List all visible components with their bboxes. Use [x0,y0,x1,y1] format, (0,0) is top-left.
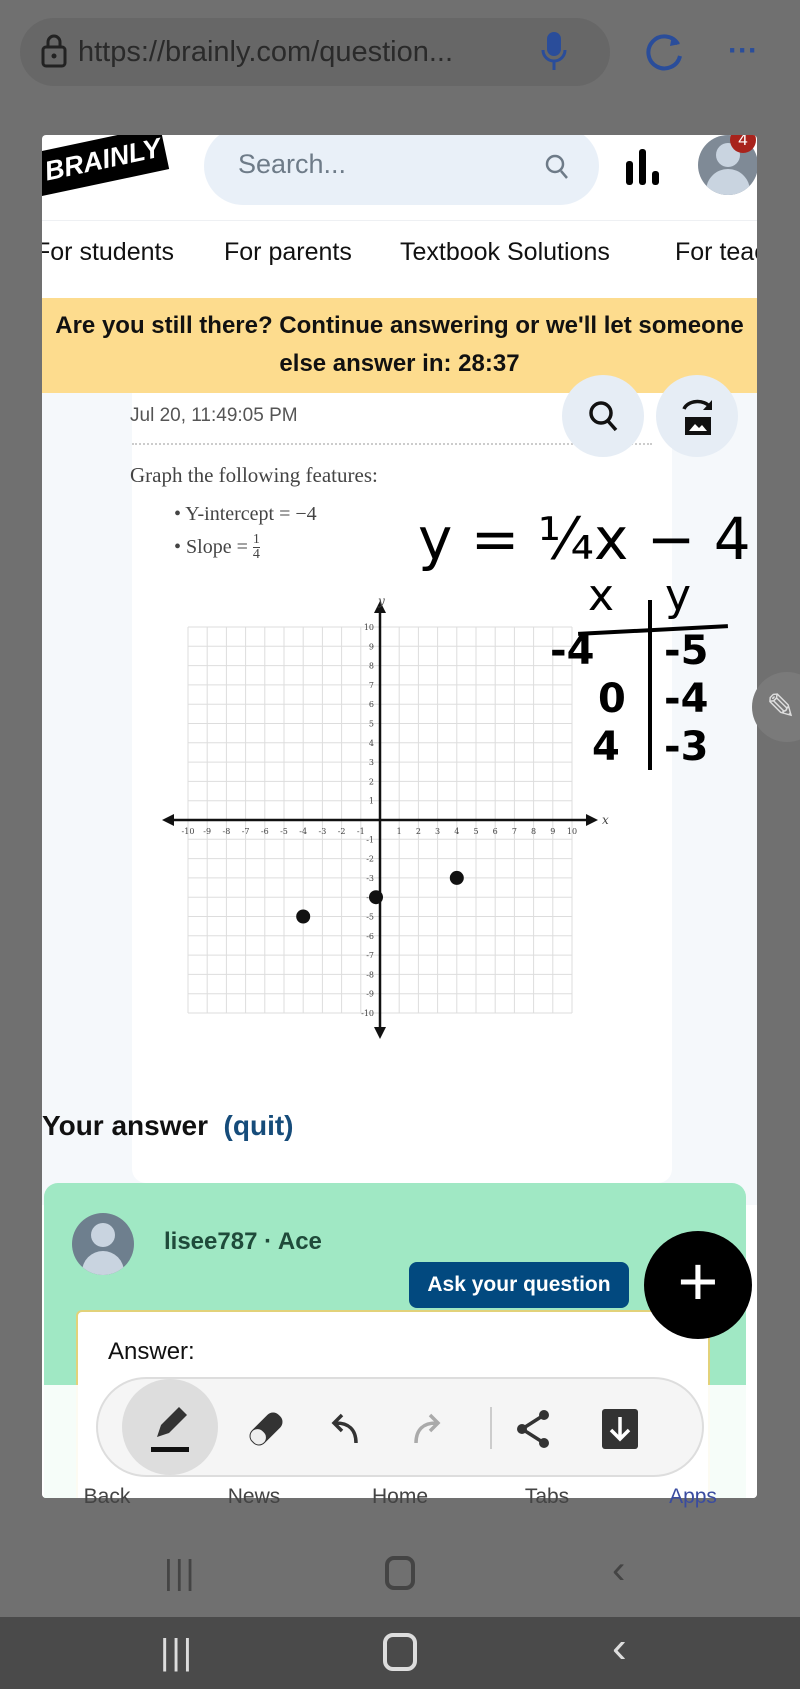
undo-icon [331,1413,358,1444]
home-icon[interactable] [383,1633,417,1671]
data-point [449,870,464,885]
x-tick-label: -7 [242,827,250,836]
eraser-tool-button[interactable] [228,1391,304,1467]
y-axis-label: y [377,594,385,608]
redo-button[interactable] [388,1391,464,1467]
data-point [296,909,311,924]
y-tick-label: 4 [369,739,374,748]
y-tick-label: -6 [366,932,374,941]
home-icon[interactable] [385,1556,415,1590]
y-tick-label: 10 [364,623,374,632]
y-tick-label: -2 [366,855,374,864]
y-tick-label: -5 [366,913,374,922]
y-tick-label: 8 [369,662,374,671]
handwritten-y-header: y [665,570,692,621]
x-tick-label: 8 [531,827,536,836]
handwritten-y-value: -5 [664,628,709,674]
download-button[interactable] [582,1391,658,1467]
y-tick-label: -8 [366,970,374,979]
bottom-nav-tabs[interactable]: Tabs [525,1485,569,1509]
y-tick-label: 5 [369,720,374,729]
y-tick-label: -10 [361,1009,374,1018]
x-tick-label: -1 [357,827,365,836]
handwritten-x-header: x [588,570,615,621]
y-tick-label: 1 [369,797,374,806]
download-icon [602,1409,638,1449]
x-tick-label: 9 [550,827,555,836]
back-icon[interactable]: ‹ [612,1548,625,1593]
handwritten-x-value: 0 [598,676,626,722]
x-tick-label: 3 [435,827,440,836]
handwritten-y-value: -4 [664,676,709,722]
y-tick-label: 7 [369,681,374,690]
y-tick-label: 6 [369,700,374,709]
drawing-toolbar [96,1377,704,1477]
y-tick-label: -3 [366,874,374,883]
x-tick-label: 6 [493,827,498,836]
y-tick-label: 2 [369,777,374,786]
recent-apps-icon[interactable]: ||| [160,1631,194,1673]
answer-label: Answer: [108,1338,195,1365]
user-info: lisee787 · Ace [164,1228,322,1255]
user-rank: Ace [277,1228,322,1255]
bottom-nav-news[interactable]: News [228,1485,281,1509]
x-tick-label: 1 [397,827,402,836]
y-tick-label: -9 [366,990,374,999]
x-tick-label: -4 [299,827,307,836]
handwritten-y-value: -3 [664,724,709,770]
x-tick-label: -5 [280,827,288,836]
redo-icon [414,1413,441,1444]
x-axis-arrow-left [162,814,174,826]
add-button[interactable]: + [644,1231,752,1339]
x-tick-label: -10 [182,827,195,836]
recent-apps-icon[interactable]: ||| [164,1554,197,1593]
x-tick-label: 5 [473,827,478,836]
x-tick-label: -2 [338,827,346,836]
x-tick-label: -9 [203,827,211,836]
x-axis-label: x [602,813,609,827]
quit-link[interactable]: (quit) [224,1110,294,1141]
system-nav-bar: ||| ‹ [0,1617,800,1689]
x-tick-label: -3 [319,827,327,836]
your-answer-heading: Your answer (quit) [42,1110,294,1141]
pen-tool-button[interactable] [122,1379,218,1475]
undo-button[interactable] [308,1391,384,1467]
system-nav-bar-dimmed: ||| ‹ [0,1536,800,1616]
x-tick-label: -8 [223,827,231,836]
x-tick-label: 4 [454,827,459,836]
eraser-icon [249,1412,283,1446]
bottom-nav-back[interactable]: Back [84,1485,131,1509]
y-axis-arrow-down [374,1027,386,1039]
handwritten-equation: y = ¼x − 4 [418,505,751,573]
share-icon [517,1410,549,1448]
x-tick-label: 2 [416,827,421,836]
y-tick-label: -1 [366,835,374,844]
data-point [369,890,383,905]
share-button[interactable] [496,1391,572,1467]
back-icon[interactable]: ‹ [612,1623,627,1673]
x-axis-arrow-right [586,814,598,826]
y-tick-label: -7 [366,951,374,960]
username[interactable]: lisee787 [164,1228,257,1255]
ask-question-button[interactable]: Ask your question [409,1262,629,1308]
x-tick-label: -6 [261,827,269,836]
y-tick-label: 3 [369,758,374,767]
x-tick-label: 10 [567,827,577,836]
y-tick-label: 9 [369,642,374,651]
x-tick-label: 7 [512,827,517,836]
handwritten-x-value: 4 [592,724,620,770]
pen-icon [151,1407,189,1452]
handwritten-x-value: -4 [550,628,595,674]
bottom-nav-home[interactable]: Home [372,1485,428,1509]
user-avatar [72,1213,134,1275]
bottom-nav-apps[interactable]: Apps [669,1485,717,1509]
